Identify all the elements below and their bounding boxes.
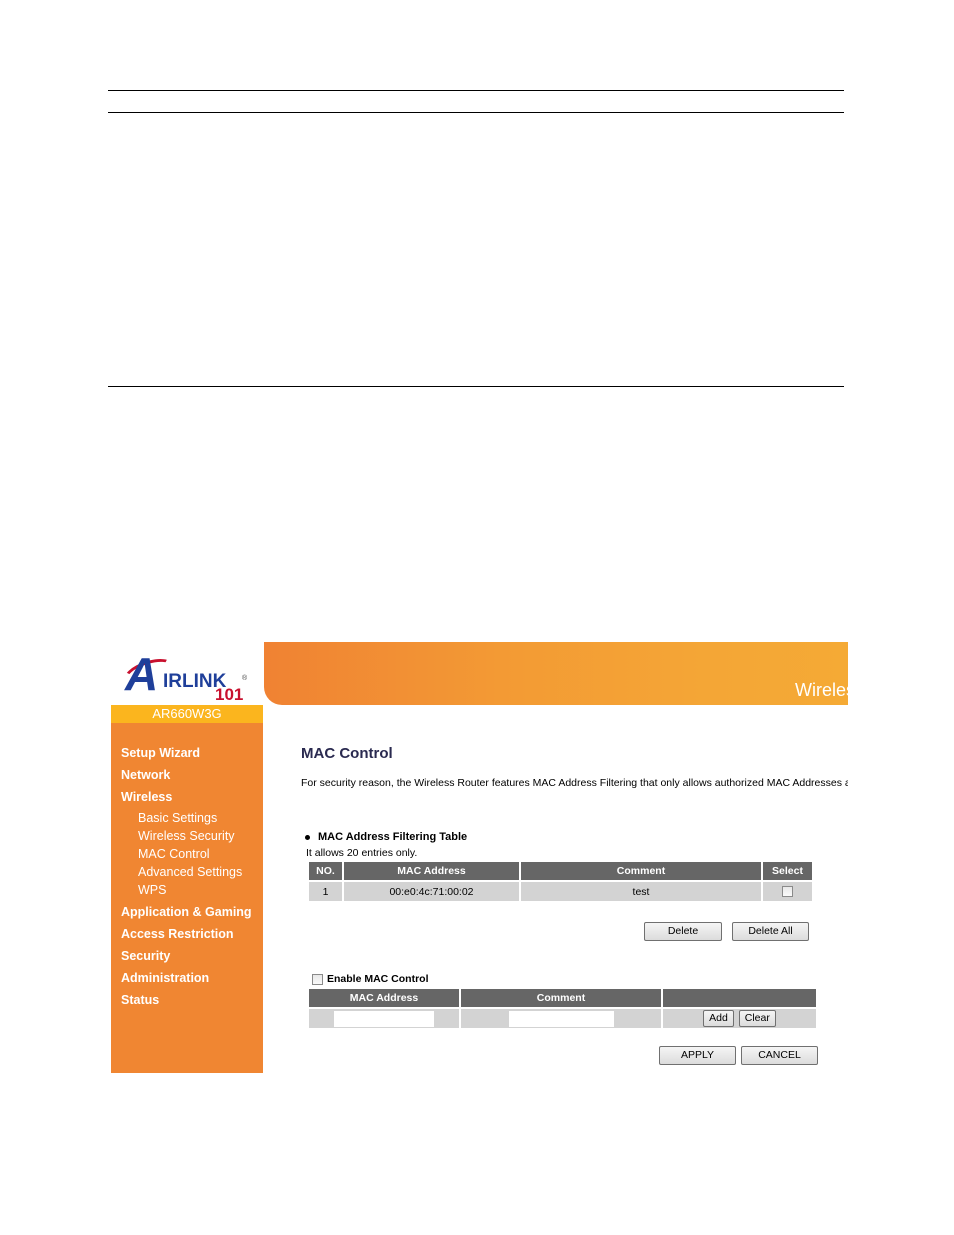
comment-input[interactable]: [508, 1010, 614, 1027]
sidebar-item-administration[interactable]: Administration: [121, 971, 209, 985]
cancel-button[interactable]: CANCEL: [741, 1046, 818, 1065]
section-rule: [108, 386, 844, 387]
sidebar-item-network[interactable]: Network: [121, 768, 170, 782]
mac-address-input[interactable]: [334, 1010, 434, 1027]
logo-number: 101: [215, 685, 244, 704]
page-title: MAC Control: [301, 745, 393, 762]
table-header-row: NO. MAC Address Comment Select: [309, 862, 812, 880]
sidebar-item-wireless[interactable]: Wireless: [121, 790, 172, 804]
add-clear-cell: Add Clear: [663, 1009, 816, 1028]
bullet-icon: [305, 834, 310, 840]
sidebar-subitem-wps[interactable]: WPS: [138, 883, 166, 897]
model-name: AR660W3G: [111, 705, 263, 723]
table-row: 1 00:e0:4c:71:00:02 test: [309, 882, 812, 901]
row-select-checkbox[interactable]: [782, 886, 793, 898]
entries-limit-note: It allows 20 entries only.: [306, 847, 418, 859]
sidebar-nav: Setup Wizard Network Wireless Basic Sett…: [111, 723, 263, 1073]
sidebar-item-access-restriction[interactable]: Access Restriction: [121, 927, 234, 941]
sidebar-subitem-basic-settings[interactable]: Basic Settings: [138, 811, 217, 825]
logo-letter-a: A: [125, 648, 158, 700]
sidebar-item-setup-wizard[interactable]: Setup Wizard: [121, 746, 200, 760]
header-rule-bottom: [108, 112, 844, 113]
column-header-mac-address: MAC Address: [344, 862, 519, 880]
delete-button[interactable]: Delete: [644, 922, 722, 941]
airlink-logo: A IRLINK ® 101: [111, 641, 263, 705]
filter-table-heading: MAC Address Filtering Table: [305, 831, 467, 843]
column-header-comment: Comment: [521, 862, 761, 880]
column-header-mac-address: MAC Address: [309, 989, 459, 1007]
row-number: 1: [309, 882, 342, 901]
sidebar-subitem-advanced-settings[interactable]: Advanced Settings: [138, 865, 242, 879]
add-button[interactable]: Add: [703, 1010, 734, 1027]
header-banner: Wireless: [264, 642, 848, 705]
sidebar-subitem-mac-control[interactable]: MAC Control: [138, 847, 210, 861]
intro-text: For security reason, the Wireless Router…: [301, 777, 848, 789]
enable-mac-control-label: Enable MAC Control: [327, 973, 429, 985]
filter-table-heading-text: MAC Address Filtering Table: [318, 831, 468, 843]
enable-mac-control-row: Enable MAC Control: [312, 973, 429, 985]
apply-button[interactable]: APPLY: [659, 1046, 736, 1065]
row-comment: test: [521, 882, 761, 901]
delete-all-button[interactable]: Delete All: [732, 922, 809, 941]
comment-input-cell: [461, 1009, 661, 1028]
banner-section-title: Wireless: [794, 680, 848, 700]
header-rule-top: [108, 90, 844, 91]
add-entry-row: Add Clear: [309, 1009, 816, 1028]
enable-mac-control-checkbox[interactable]: [312, 973, 323, 985]
column-header-no: NO.: [309, 862, 342, 880]
clear-button[interactable]: Clear: [738, 1010, 776, 1027]
sidebar-item-status[interactable]: Status: [121, 993, 159, 1007]
logo-registered-mark: ®: [242, 675, 248, 682]
mac-filter-table: NO. MAC Address Comment Select 1 00:e0:4…: [307, 860, 814, 903]
column-header-actions: [663, 989, 816, 1007]
mac-input-cell: [309, 1009, 459, 1028]
table-header-row: MAC Address Comment: [309, 989, 816, 1007]
column-header-comment: Comment: [461, 989, 661, 1007]
column-header-select: Select: [763, 862, 812, 880]
sidebar-subitem-wireless-security[interactable]: Wireless Security: [138, 829, 235, 843]
sidebar-item-security[interactable]: Security: [121, 949, 170, 963]
sidebar-item-application-gaming[interactable]: Application & Gaming: [121, 905, 252, 919]
add-mac-table: MAC Address Comment Add Clear: [307, 987, 818, 1030]
router-admin-screenshot: A IRLINK ® 101 AR660W3G Wireless Setup W…: [111, 641, 848, 1073]
row-mac-address: 00:e0:4c:71:00:02: [344, 882, 519, 901]
row-select-cell: [763, 882, 812, 901]
